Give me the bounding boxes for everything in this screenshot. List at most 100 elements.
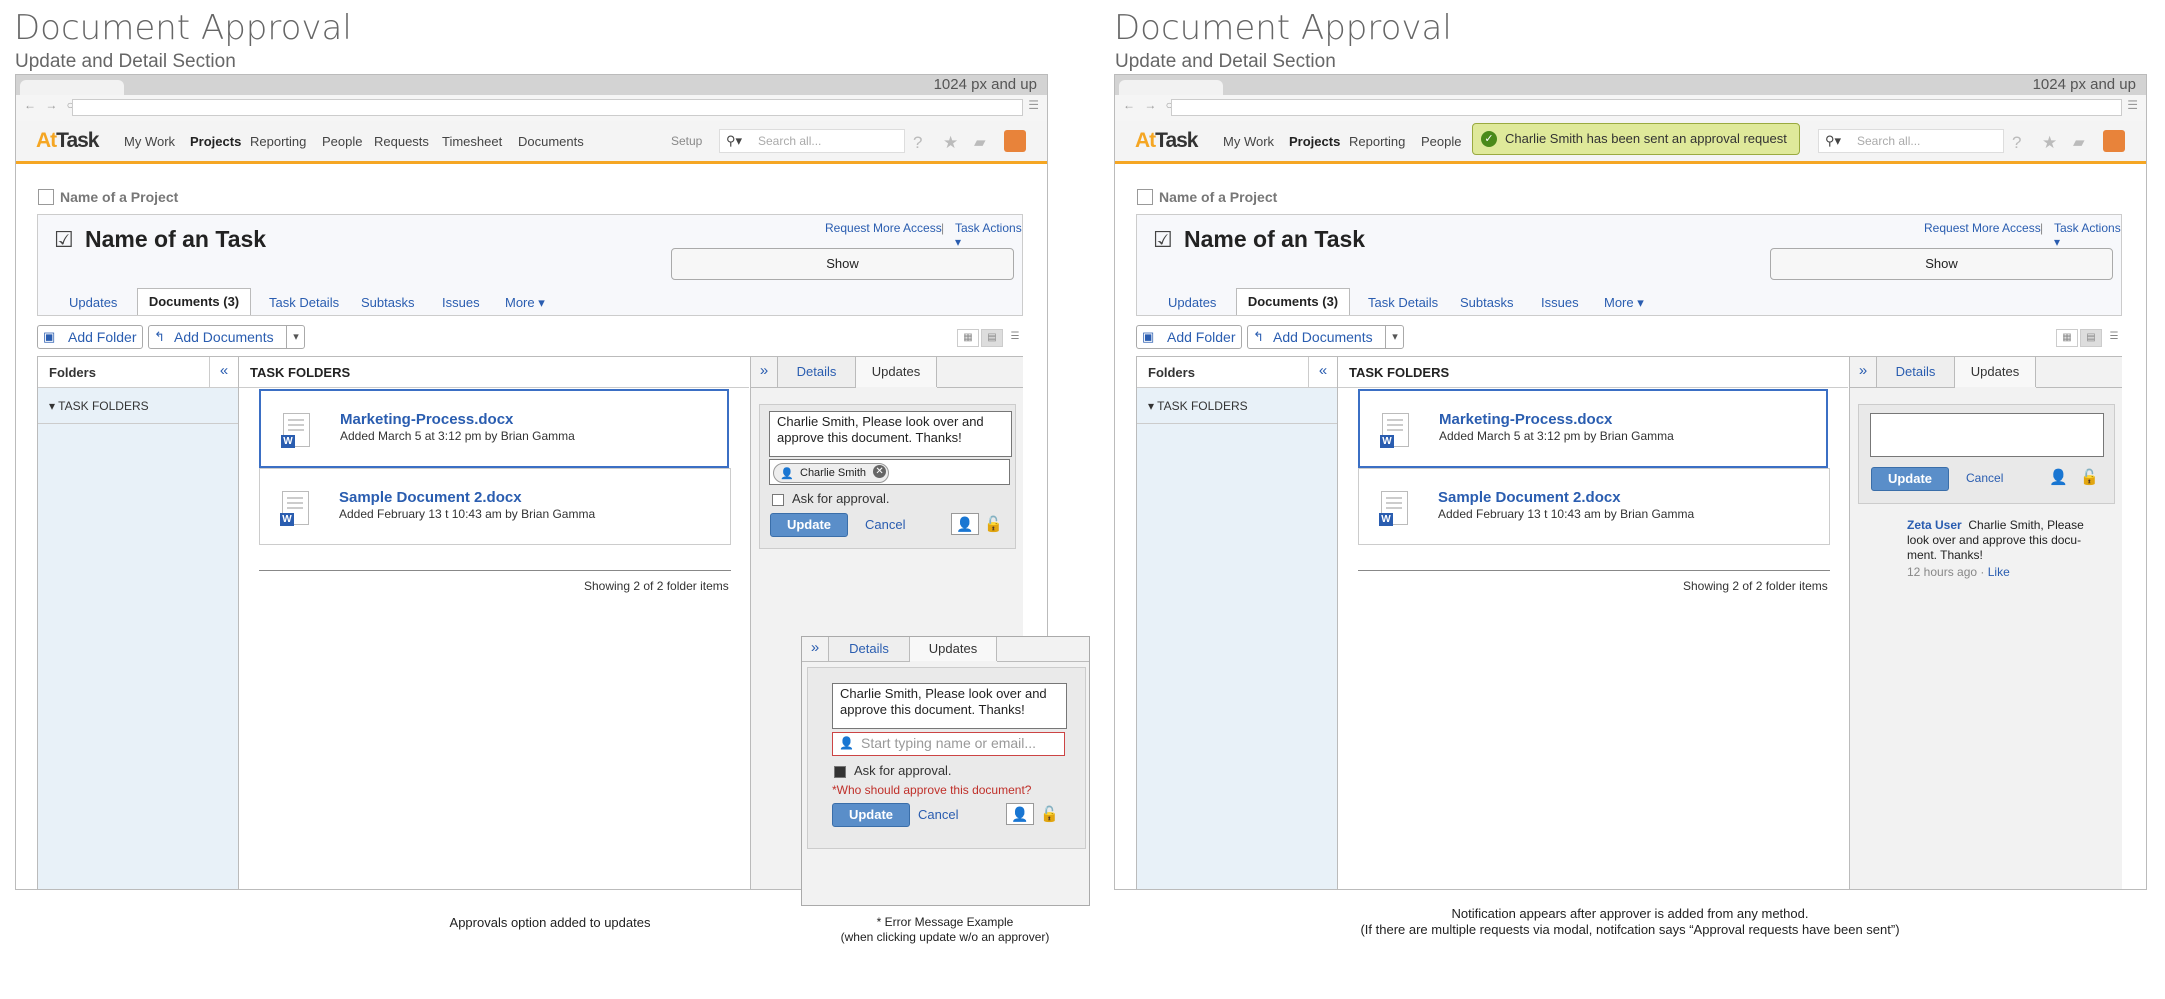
- expand-right-icon[interactable]: »: [751, 357, 778, 388]
- add-documents-button[interactable]: ↰ Add Documents ▾: [1247, 325, 1404, 349]
- browser-tab[interactable]: [20, 80, 124, 95]
- tab-updates[interactable]: Updates: [1955, 357, 2036, 387]
- feed-user-link[interactable]: Zeta User: [1907, 518, 1962, 532]
- attask-logo[interactable]: AtTask: [36, 129, 99, 153]
- add-user-icon[interactable]: 👤: [951, 513, 979, 535]
- document-row[interactable]: W Sample Document 2.docx Added February …: [259, 468, 731, 545]
- chat-icon[interactable]: ▰: [2073, 133, 2085, 151]
- star-icon[interactable]: ★: [2042, 133, 2057, 153]
- nav-reporting[interactable]: Reporting: [1349, 134, 1405, 149]
- add-user-icon[interactable]: 👤: [2049, 468, 2068, 486]
- tab-issues[interactable]: Issues: [442, 295, 480, 310]
- document-name[interactable]: Marketing-Process.docx: [1439, 411, 1612, 428]
- add-folder-button[interactable]: ▣ Add Folder: [37, 325, 143, 349]
- tab-task-details[interactable]: Task Details: [1368, 295, 1438, 310]
- nav-timesheet[interactable]: Timesheet: [442, 134, 502, 149]
- grid-view-icon[interactable]: ▦: [2056, 329, 2078, 347]
- browser-menu-icon[interactable]: ☰: [1028, 98, 1039, 112]
- update-message-input[interactable]: Charlie Smith, Please look over and appr…: [769, 411, 1012, 457]
- expand-right-icon[interactable]: »: [1850, 357, 1877, 388]
- url-field[interactable]: [72, 99, 1023, 116]
- cancel-link[interactable]: Cancel: [918, 807, 958, 822]
- project-name[interactable]: Name of a Project: [60, 189, 178, 205]
- nav-my-work[interactable]: My Work: [1223, 134, 1274, 149]
- tab-documents[interactable]: Documents (3): [137, 288, 251, 315]
- help-icon[interactable]: ?: [2012, 133, 2021, 153]
- tab-subtasks[interactable]: Subtasks: [361, 295, 414, 310]
- folder-tree-item[interactable]: ▾ TASK FOLDERS: [49, 399, 149, 413]
- document-row[interactable]: W Marketing-Process.docx Added March 5 a…: [1358, 389, 1828, 468]
- browser-nav-icons[interactable]: ← → ○: [1123, 98, 1176, 112]
- request-access-link[interactable]: Request More Access: [1924, 221, 2041, 235]
- update-button[interactable]: Update: [832, 803, 910, 827]
- update-message-input[interactable]: [1870, 413, 2104, 457]
- tab-more[interactable]: More ▾: [505, 295, 545, 311]
- collapse-left-icon[interactable]: «: [209, 357, 238, 387]
- document-name[interactable]: Sample Document 2.docx: [1438, 489, 1621, 506]
- nav-my-work[interactable]: My Work: [124, 134, 175, 149]
- project-name[interactable]: Name of a Project: [1159, 189, 1277, 205]
- document-row[interactable]: W Marketing-Process.docx Added March 5 a…: [259, 389, 729, 468]
- add-folder-button[interactable]: ▣ Add Folder: [1136, 325, 1242, 349]
- tab-documents[interactable]: Documents (3): [1236, 288, 1350, 315]
- ask-approval-checkbox[interactable]: [772, 494, 784, 506]
- add-documents-button[interactable]: ↰ Add Documents ▾: [148, 325, 305, 349]
- chevron-down-icon[interactable]: ▾: [1385, 326, 1404, 348]
- show-button[interactable]: Show: [671, 248, 1014, 280]
- url-field[interactable]: [1171, 99, 2122, 116]
- ask-approval-checkbox[interactable]: [834, 766, 846, 778]
- expand-right-icon[interactable]: »: [802, 637, 829, 662]
- star-icon[interactable]: ★: [943, 133, 958, 153]
- update-button[interactable]: Update: [1871, 467, 1949, 491]
- document-row[interactable]: W Sample Document 2.docx Added February …: [1358, 468, 1830, 545]
- lock-icon[interactable]: 🔓: [2080, 468, 2099, 486]
- cancel-link[interactable]: Cancel: [1966, 471, 2003, 485]
- browser-tab[interactable]: [1119, 80, 1223, 95]
- tab-details[interactable]: Details: [829, 637, 910, 662]
- approver-input[interactable]: 👤 Charlie Smith ✕: [769, 459, 1010, 485]
- nav-reporting[interactable]: Reporting: [250, 134, 306, 149]
- request-access-link[interactable]: Request More Access: [825, 221, 942, 235]
- document-name[interactable]: Sample Document 2.docx: [339, 489, 522, 506]
- attask-logo[interactable]: AtTask: [1135, 129, 1198, 153]
- tab-updates[interactable]: Updates: [69, 295, 117, 310]
- detail-view-icon[interactable]: ▤: [981, 329, 1003, 347]
- nav-people[interactable]: People: [1421, 134, 1461, 149]
- remove-tag-icon[interactable]: ✕: [873, 465, 887, 478]
- nav-requests[interactable]: Requests: [374, 134, 429, 149]
- task-actions-menu[interactable]: Task Actions ▾: [2054, 221, 2121, 249]
- search-box[interactable]: ⚲▾ Search all...: [719, 129, 905, 153]
- tab-details[interactable]: Details: [1877, 357, 1955, 388]
- nav-projects[interactable]: Projects: [190, 134, 241, 149]
- grid-view-icon[interactable]: ▦: [957, 329, 979, 347]
- show-button[interactable]: Show: [1770, 248, 2113, 280]
- detail-view-icon[interactable]: ▤: [2080, 329, 2102, 347]
- lock-icon[interactable]: 🔓: [1040, 805, 1059, 823]
- tab-updates[interactable]: Updates: [910, 637, 997, 661]
- task-actions-menu[interactable]: Task Actions ▾: [955, 221, 1022, 249]
- nav-setup[interactable]: Setup: [671, 134, 702, 148]
- help-icon[interactable]: ?: [913, 133, 922, 153]
- user-avatar[interactable]: [1004, 130, 1026, 152]
- folder-tree-item[interactable]: ▾ TASK FOLDERS: [1148, 399, 1248, 413]
- update-message-input[interactable]: Charlie Smith, Please look over and appr…: [832, 683, 1067, 729]
- browser-menu-icon[interactable]: ☰: [2127, 98, 2138, 112]
- nav-documents[interactable]: Documents: [518, 134, 584, 149]
- browser-nav-icons[interactable]: ← → ○: [24, 98, 77, 112]
- nav-people[interactable]: People: [322, 134, 362, 149]
- update-button[interactable]: Update: [770, 513, 848, 537]
- search-box[interactable]: ⚲▾ Search all...: [1818, 129, 2004, 153]
- tab-details[interactable]: Details: [778, 357, 856, 388]
- tab-task-details[interactable]: Task Details: [269, 295, 339, 310]
- chevron-down-icon[interactable]: ▾: [286, 326, 305, 348]
- cancel-link[interactable]: Cancel: [865, 517, 905, 532]
- list-view-icon[interactable]: ☰: [1005, 329, 1025, 345]
- lock-icon[interactable]: 🔓: [984, 515, 1003, 533]
- like-link[interactable]: Like: [1988, 565, 2010, 579]
- tab-subtasks[interactable]: Subtasks: [1460, 295, 1513, 310]
- user-avatar[interactable]: [2103, 130, 2125, 152]
- tab-issues[interactable]: Issues: [1541, 295, 1579, 310]
- add-user-icon[interactable]: 👤: [1006, 803, 1034, 825]
- approver-input-error[interactable]: 👤 Start typing name or email...: [832, 732, 1065, 756]
- tab-more[interactable]: More ▾: [1604, 295, 1644, 311]
